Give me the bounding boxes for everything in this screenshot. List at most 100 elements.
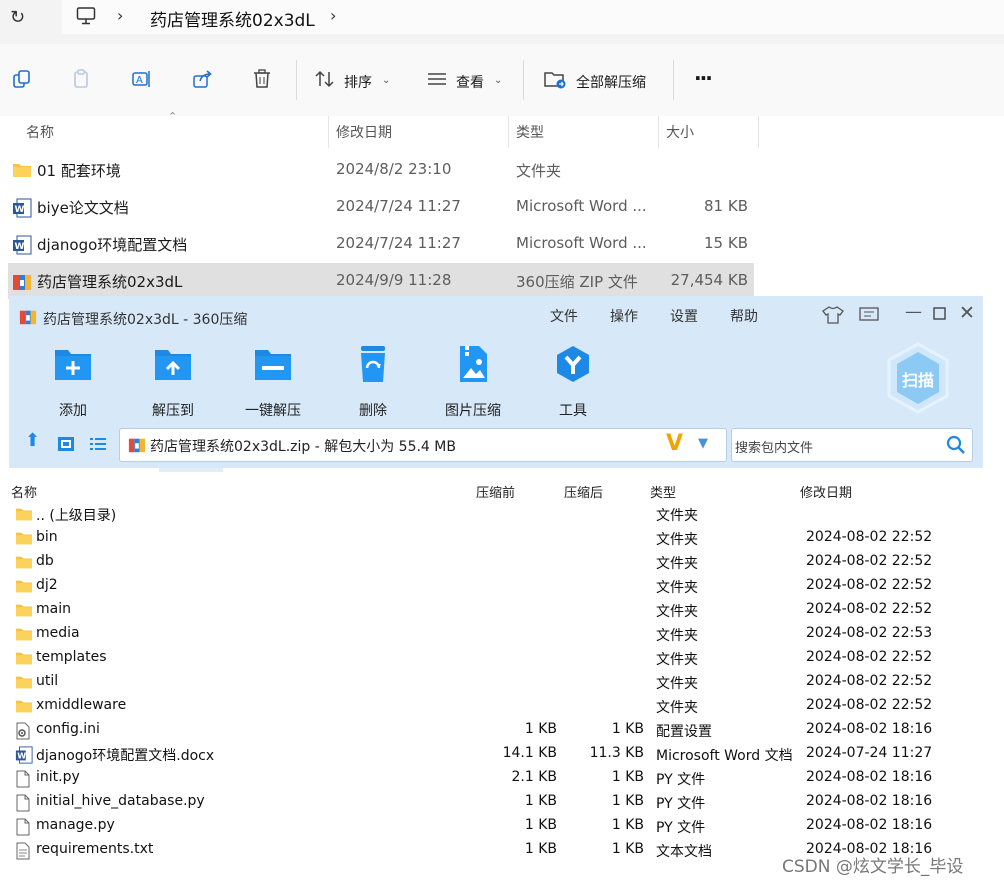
item-date: 2024-08-02 22:52: [806, 553, 933, 569]
menu-help[interactable]: 帮助: [730, 306, 758, 326]
size-after: 11.3 KB: [589, 745, 644, 761]
refresh-icon[interactable]: ↻: [10, 7, 25, 28]
search-field[interactable]: 搜索包内文件: [731, 428, 973, 462]
svg-text:A: A: [136, 75, 143, 86]
dropdown-arrow-icon[interactable]: ▼: [698, 436, 708, 451]
skin-icon[interactable]: [822, 306, 844, 324]
list-item[interactable]: main 文件夹 2024-08-02 22:52: [9, 598, 983, 622]
list-item[interactable]: db 文件夹 2024-08-02 22:52: [9, 550, 983, 574]
list-view-icon[interactable]: [89, 436, 107, 452]
zip-archive-icon: [128, 438, 146, 453]
list-item[interactable]: initial_hive_database.py 1 KB 1 KB PY 文件 202…: [9, 790, 983, 814]
column-divider[interactable]: [508, 116, 509, 148]
column-type[interactable]: 类型: [516, 122, 544, 142]
minimize-button[interactable]: —: [905, 302, 922, 322]
file-row[interactable]: 01 配套环境 2024/8/2 23:10 文件夹: [8, 152, 754, 188]
feedback-icon[interactable]: [859, 307, 879, 323]
rename-icon[interactable]: A: [130, 67, 154, 91]
view-button[interactable]: 查看: [456, 72, 484, 92]
item-date: 2024-08-02 22:52: [806, 697, 933, 713]
list-item[interactable]: config.ini 1 KB 1 KB 配置设置 2024-08-02 18:16: [9, 718, 983, 742]
extract-to-button[interactable]: 解压到: [128, 344, 218, 420]
svg-text:W: W: [15, 242, 25, 252]
item-name: db: [36, 553, 54, 569]
item-date: 2024-08-02 22:52: [806, 649, 933, 665]
list-item[interactable]: xmiddleware 文件夹 2024-08-02 22:52: [9, 694, 983, 718]
image-compress-button[interactable]: 图片压缩: [428, 344, 518, 420]
share-icon[interactable]: [190, 67, 214, 91]
thumbnail-view-icon[interactable]: [57, 436, 75, 452]
search-input[interactable]: 搜索包内文件: [735, 437, 813, 456]
delete-button[interactable]: 删除: [328, 344, 418, 420]
column-divider[interactable]: [328, 116, 329, 148]
monitor-icon[interactable]: [76, 6, 96, 26]
list-item[interactable]: Wdjanogo环境配置文档.docx 14.1 KB 11.3 KB Microso…: [9, 742, 983, 766]
size-before: 2.1 KB: [511, 769, 558, 785]
view-icon[interactable]: [425, 67, 449, 91]
column-after[interactable]: 压缩后: [564, 482, 603, 501]
column-name[interactable]: 名称: [26, 122, 54, 142]
scan-button[interactable]: 扫描: [885, 342, 951, 414]
list-item[interactable]: media 文件夹 2024-08-02 22:53: [9, 622, 983, 646]
item-date: 2024-08-02 18:16: [806, 769, 933, 785]
column-before[interactable]: 压缩前: [476, 482, 515, 501]
menu-settings[interactable]: 设置: [670, 306, 698, 326]
column-date[interactable]: 修改日期: [336, 122, 392, 142]
up-arrow-icon[interactable]: ⬆: [25, 430, 40, 451]
copy-icon[interactable]: [10, 67, 34, 91]
column-date[interactable]: 修改日期: [800, 482, 852, 501]
chevron-right-icon[interactable]: ›: [330, 6, 336, 25]
list-item[interactable]: util 文件夹 2024-08-02 22:52: [9, 670, 983, 694]
path-field[interactable]: 药店管理系统02x3dL.zip - 解包大小为 55.4 MB V ▼: [119, 428, 727, 462]
folder-icon: [15, 530, 33, 550]
tool-label: 一键解压: [245, 403, 301, 419]
menu-file[interactable]: 文件: [550, 306, 578, 326]
add-button[interactable]: 添加: [28, 344, 118, 420]
breadcrumb-folder[interactable]: 药店管理系统02x3dL: [150, 6, 315, 31]
close-button[interactable]: ✕: [959, 302, 975, 324]
list-item[interactable]: templates 文件夹 2024-08-02 22:52: [9, 646, 983, 670]
column-name[interactable]: 名称: [11, 482, 37, 501]
file-row[interactable]: W biye论文文档 2024/7/24 11:27 Microsoft Wor…: [8, 189, 754, 225]
file-row-selected[interactable]: 药店管理系统02x3dL 2024/9/9 11:28 360压缩 ZIP 文件…: [8, 263, 754, 299]
list-item[interactable]: manage.py 1 KB 1 KB PY 文件 2024-08-02 18:16: [9, 814, 983, 838]
more-options-button[interactable]: ···: [694, 66, 713, 90]
item-name: util: [36, 673, 59, 689]
tools-icon: [557, 346, 589, 382]
size-before: 14.1 KB: [502, 745, 557, 761]
column-divider[interactable]: [758, 116, 759, 148]
maximize-button[interactable]: [933, 307, 946, 320]
chevron-down-icon[interactable]: ⌄: [382, 75, 390, 86]
extract-all-button[interactable]: 全部解压缩: [576, 72, 646, 92]
column-size[interactable]: 大小: [666, 122, 694, 142]
menu-operate[interactable]: 操作: [610, 306, 638, 326]
delete-icon[interactable]: [250, 67, 274, 91]
zip-archive-icon: [19, 310, 37, 325]
folder-icon: [15, 602, 33, 622]
sort-ascending-icon: ⌃: [168, 110, 178, 123]
column-divider[interactable]: [658, 116, 659, 148]
file-name: djanogo环境配置文档: [37, 236, 188, 254]
search-icon[interactable]: [946, 435, 966, 455]
list-header: 名称 压缩前 压缩后 类型 修改日期: [9, 476, 983, 502]
list-item[interactable]: init.py 2.1 KB 1 KB PY 文件 2024-08-02 18:16: [9, 766, 983, 790]
column-type[interactable]: 类型: [650, 482, 676, 501]
sort-icon[interactable]: [313, 67, 337, 91]
text-file-icon: [15, 842, 31, 864]
verified-check-icon[interactable]: V: [666, 431, 683, 456]
paste-icon[interactable]: [70, 67, 94, 91]
extract-folder-icon[interactable]: [543, 67, 567, 91]
chevron-down-icon[interactable]: ⌄: [494, 75, 502, 86]
item-name: requirements.txt: [36, 841, 154, 857]
sort-button[interactable]: 排序: [344, 72, 372, 92]
tools-button[interactable]: 工具: [528, 344, 618, 420]
one-click-extract-button[interactable]: 一键解压: [228, 344, 318, 420]
file-row[interactable]: W djanogo环境配置文档 2024/7/24 11:27 Microsof…: [8, 226, 754, 262]
file-date: 2024/7/24 11:27: [336, 197, 461, 215]
list-item[interactable]: bin 文件夹 2024-08-02 22:52: [9, 526, 983, 550]
list-item[interactable]: .. (上级目录) 文件夹: [9, 502, 983, 526]
tool-label: 工具: [559, 403, 587, 419]
item-type: 文件夹: [656, 652, 698, 668]
archive-path: 药店管理系统02x3dL.zip - 解包大小为 55.4 MB: [150, 439, 456, 455]
list-item[interactable]: dj2 文件夹 2024-08-02 22:52: [9, 574, 983, 598]
